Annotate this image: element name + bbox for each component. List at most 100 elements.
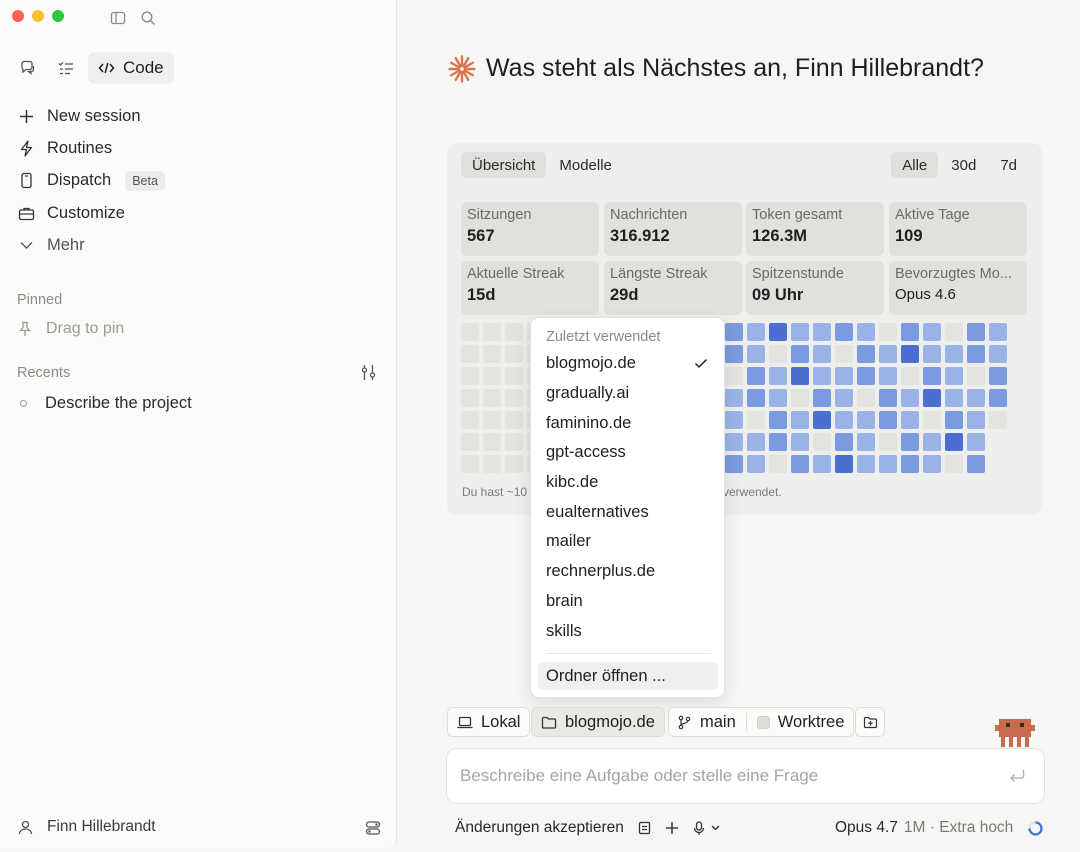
tab-overview[interactable]: Übersicht (461, 152, 547, 178)
heatmap-cell (945, 323, 963, 341)
stat-tile-peak-hour: Spitzenstunde 09 Uhr (746, 261, 884, 315)
sidebar-item-customize[interactable]: Customize (12, 197, 382, 229)
heatmap-cell (483, 433, 501, 451)
chat-mode-button[interactable] (12, 52, 44, 84)
heatmap-cell (901, 367, 919, 385)
heatmap-cell (725, 433, 743, 451)
heatmap-cell (923, 323, 941, 341)
prompt-input[interactable] (460, 766, 980, 786)
folder-option-skills[interactable]: skills (531, 616, 724, 646)
folder-option-eualternatives[interactable]: eualternatives (531, 497, 724, 527)
settings-toggle-icon[interactable] (365, 820, 381, 836)
worktree-toggle[interactable]: Worktree (756, 713, 844, 732)
close-window-button[interactable] (12, 10, 24, 22)
folder-option-brain[interactable]: brain (531, 587, 724, 617)
environment-local-button[interactable]: Lokal (447, 707, 531, 737)
prompt-toolbar: Änderungen akzeptieren (455, 819, 720, 837)
folder-option-kibc[interactable]: kibc.de (531, 468, 724, 498)
tab-range-all[interactable]: Alle (891, 152, 939, 178)
folder-list: blogmojo.de gradually.ai faminino.de gpt… (531, 349, 724, 646)
worktree-checkbox[interactable] (756, 715, 770, 729)
heatmap-cell (747, 455, 765, 473)
document-icon[interactable] (638, 821, 651, 835)
heatmap-cell (923, 389, 941, 407)
tab-models[interactable]: Modelle (548, 152, 623, 178)
heatmap-cell (769, 323, 787, 341)
heatmap-cell (725, 455, 743, 473)
laptop-icon (457, 716, 473, 728)
stat-label: Sitzungen (467, 207, 532, 223)
stat-tile-current-streak: Aktuelle Streak 15d (461, 261, 599, 315)
heatmap-cell (505, 433, 523, 451)
enter-submit-icon[interactable] (1008, 768, 1026, 784)
heatmap-cell (791, 411, 809, 429)
heatmap-cell (769, 455, 787, 473)
heatmap-cell (967, 389, 985, 407)
filter-sliders-icon[interactable] (360, 364, 377, 381)
heatmap-cell (461, 345, 479, 363)
folder-option-label: blogmojo.de (546, 354, 636, 373)
heatmap-cell (879, 323, 897, 341)
sidebar-item-new-session[interactable]: New session (12, 100, 382, 132)
sidebar-toggle-icon[interactable] (110, 10, 126, 26)
heatmap-cell (813, 389, 831, 407)
heatmap-cell (769, 433, 787, 451)
folder-option-mailer[interactable]: mailer (531, 527, 724, 557)
folder-option-gpt-access[interactable]: gpt-access (531, 438, 724, 468)
recent-session-item[interactable]: Describe the project (20, 394, 192, 413)
minimize-window-button[interactable] (32, 10, 44, 22)
folder-option-blogmojo[interactable]: blogmojo.de (531, 349, 724, 379)
heatmap-cell (725, 367, 743, 385)
folder-select-button[interactable]: blogmojo.de (531, 707, 665, 737)
heatmap-cell (461, 433, 479, 451)
folder-option-label: eualternatives (546, 502, 649, 521)
heatmap-cell (505, 345, 523, 363)
chevron-down-icon (18, 237, 35, 254)
branch-label: main (700, 712, 736, 731)
user-profile[interactable]: Finn Hillebrandt (18, 818, 156, 836)
code-mode-button[interactable]: Code (88, 52, 174, 84)
heatmap-cell (857, 455, 875, 473)
plus-icon[interactable] (665, 821, 679, 835)
heatmap-cell (483, 455, 501, 473)
heatmap-cell (945, 345, 963, 363)
sidebar-item-label: Mehr (47, 235, 85, 254)
folder-option-rechnerplus[interactable]: rechnerplus.de (531, 557, 724, 587)
stat-value: Opus 4.6 (895, 286, 956, 303)
folder-option-label: rechnerplus.de (546, 562, 656, 581)
context-usage-ring-icon[interactable] (1027, 820, 1044, 837)
heatmap-cell (505, 411, 523, 429)
tab-range-30d[interactable]: 30d (940, 152, 987, 178)
heatmap-cell (835, 411, 853, 429)
heatmap-cell (945, 433, 963, 451)
checklist-icon (58, 62, 73, 75)
add-folder-button[interactable] (855, 707, 885, 737)
zoom-window-button[interactable] (52, 10, 64, 22)
folder-option-label: gpt-access (546, 443, 626, 462)
search-icon[interactable] (140, 10, 156, 26)
heatmap-cell (835, 323, 853, 341)
sidebar-item-dispatch[interactable]: Dispatch Beta (12, 165, 382, 197)
heatmap-cell (923, 455, 941, 473)
tab-range-7d[interactable]: 7d (989, 152, 1028, 178)
heatmap-cell (967, 345, 985, 363)
heatmap-cell (989, 411, 1007, 429)
heatmap-cell (791, 433, 809, 451)
tasks-mode-button[interactable] (50, 52, 82, 84)
phone-icon (18, 172, 35, 189)
heatmap-cell (879, 345, 897, 363)
folder-option-gradually[interactable]: gradually.ai (531, 379, 724, 409)
heatmap-cell (461, 411, 479, 429)
accept-changes-button[interactable]: Änderungen akzeptieren (455, 819, 624, 837)
voice-input-button[interactable] (693, 820, 720, 836)
sidebar-item-routines[interactable]: Routines (12, 132, 382, 164)
open-folder-button[interactable]: Ordner öffnen ... (538, 662, 718, 690)
sidebar-item-more[interactable]: Mehr (12, 229, 382, 261)
branch-select-button[interactable]: main (678, 713, 736, 732)
folder-option-label: kibc.de (546, 473, 599, 492)
model-selector[interactable]: Opus 4.7 1M · Extra hoch (835, 819, 1044, 837)
stats-view-tabs: Übersicht Modelle (461, 152, 623, 178)
recents-heading: Recents (17, 365, 71, 381)
stat-value: 09 Uhr (752, 286, 804, 304)
folder-option-faminino[interactable]: faminino.de (531, 408, 724, 438)
